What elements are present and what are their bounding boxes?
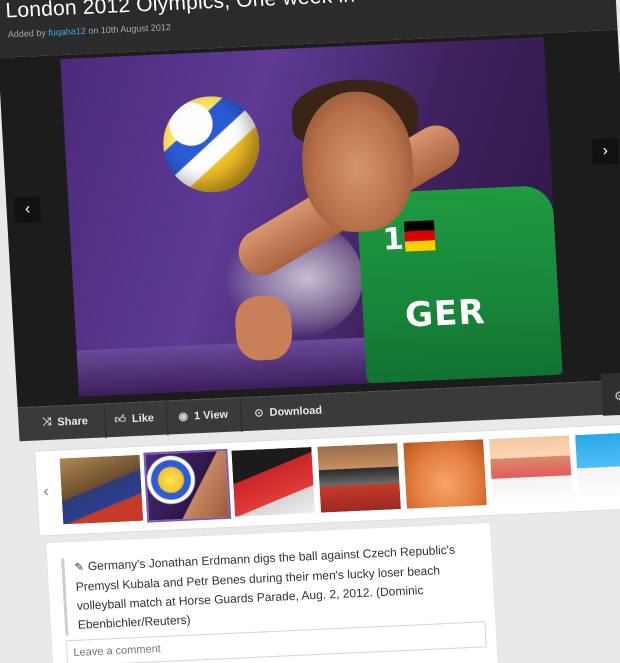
volleyball bbox=[160, 94, 262, 195]
thumbnail[interactable] bbox=[487, 433, 575, 507]
photo-viewer: 1 GER ‹ › bbox=[0, 29, 620, 408]
caption-card: ✎ Germany's Jonathan Erdmann digs the bal… bbox=[45, 521, 500, 663]
added-by-meta: Added by fuqaha12 on 10th August 2012 bbox=[8, 22, 172, 39]
chevron-left-icon: ‹ bbox=[24, 200, 31, 218]
german-flag-icon bbox=[403, 220, 436, 252]
thumbnails-prev-button[interactable]: ‹ bbox=[43, 483, 49, 501]
thumbnail[interactable] bbox=[57, 452, 146, 527]
like-button[interactable]: 👍︎ Like bbox=[114, 411, 154, 426]
thumbnail-active[interactable] bbox=[143, 448, 232, 523]
meta-prefix: Added by bbox=[7, 27, 47, 40]
pencil-icon: ✎ bbox=[74, 561, 85, 574]
download-label: Download bbox=[269, 404, 323, 419]
share-label: Share bbox=[57, 414, 89, 429]
thumbnail[interactable] bbox=[315, 441, 404, 515]
jersey-text: GER bbox=[404, 292, 487, 336]
player-hands bbox=[233, 294, 294, 362]
action-divider bbox=[103, 404, 107, 439]
like-label: Like bbox=[131, 411, 155, 425]
caption-text: Germany's Jonathan Erdmann digs the ball… bbox=[75, 542, 456, 632]
action-divider bbox=[165, 401, 169, 436]
page-title: London 2012 Olympics, One week in bbox=[4, 0, 356, 23]
views-indicator: ◉ 1 View bbox=[178, 408, 228, 423]
next-photo-button[interactable]: › bbox=[591, 137, 620, 166]
thumbnail[interactable] bbox=[572, 430, 620, 504]
thumbs-up-icon: 👍︎ bbox=[114, 413, 127, 426]
previous-photo-button[interactable]: ‹ bbox=[13, 196, 42, 224]
share-button[interactable]: ⤨ Share bbox=[42, 414, 88, 429]
main-photo[interactable]: 1 GER bbox=[60, 37, 563, 397]
photo-caption: ✎ Germany's Jonathan Erdmann digs the bal… bbox=[61, 539, 476, 636]
gear-icon[interactable]: ⚙ bbox=[614, 389, 620, 403]
download-icon: ⊙ bbox=[254, 407, 264, 420]
photo-page: London 2012 Olympics, One week in Added … bbox=[0, 0, 620, 663]
chevron-right-icon: › bbox=[602, 142, 609, 160]
thumbnail[interactable] bbox=[401, 437, 489, 511]
meta-date: on 10th August 2012 bbox=[88, 22, 172, 36]
views-label: 1 View bbox=[193, 408, 229, 422]
download-button[interactable]: ⊙ Download bbox=[254, 404, 322, 420]
action-divider bbox=[239, 398, 243, 433]
thumbnail[interactable] bbox=[229, 444, 318, 519]
thumbnail-strip: ‹ › bbox=[34, 423, 620, 537]
jersey-number: 1 bbox=[381, 221, 405, 258]
eye-icon: ◉ bbox=[178, 410, 189, 424]
gallery-screenshot: London 2012 Olympics, One week in Added … bbox=[0, 0, 620, 663]
shuffle-icon: ⤨ bbox=[42, 415, 52, 429]
author-link[interactable]: fuqaha12 bbox=[48, 26, 86, 38]
